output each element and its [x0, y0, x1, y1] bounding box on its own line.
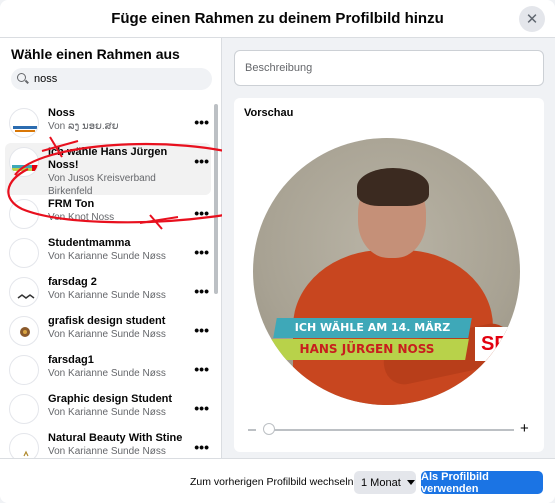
frame-item[interactable]: farsdag1 Von Karianne Sunde Nøss •••: [5, 351, 211, 390]
profile-picture-preview[interactable]: ICH WÄHLE AM 14. MÄRZ HANS JÜRGEN NOSS S…: [253, 138, 520, 405]
frame-thumbnail: [9, 316, 39, 346]
more-options-icon[interactable]: •••: [194, 114, 209, 130]
frame-name: farsdag 2: [48, 276, 97, 288]
close-button[interactable]: ✕: [519, 6, 545, 32]
duration-select[interactable]: 1 Monat: [354, 471, 416, 494]
frame-name: Noss: [48, 107, 75, 119]
spd-logo-text: SPD: [481, 332, 520, 355]
frame-thumbnail: [9, 108, 39, 138]
dialog-footer: Zum vorherigen Profilbild wechseln in 1 …: [0, 458, 555, 503]
frame-thumbnail: [9, 433, 39, 458]
frame-author: Von Karianne Sunde Nøss: [48, 329, 166, 340]
search-icon: [17, 73, 29, 85]
more-options-icon[interactable]: •••: [194, 244, 209, 260]
frame-author: Von Karianne Sunde Nøss: [48, 446, 166, 457]
frame-name: grafisk design student: [48, 315, 166, 327]
frame-name: Studentmamma: [48, 237, 131, 249]
frame-thumbnail: [9, 355, 39, 385]
frame-thumbnail: [9, 147, 39, 177]
zoom-handle[interactable]: [263, 423, 275, 435]
zoom-out-icon[interactable]: [248, 429, 256, 431]
frame-author: Von Knot Noss: [48, 212, 115, 223]
dialog-title: Füge einen Rahmen zu deinem Profilbild h…: [111, 10, 444, 27]
zoom-in-icon[interactable]: +: [520, 420, 529, 437]
photo-hair: [357, 168, 429, 206]
zoom-track[interactable]: [266, 429, 514, 431]
frame-list: Noss Von ລງ ນອຍ.ສຍ ••• Ich wähle Hans Jü…: [5, 104, 211, 458]
preview-title: Vorschau: [244, 107, 294, 119]
frame-author: Von Karianne Sunde Nøss: [48, 290, 166, 301]
frame-search-input[interactable]: [34, 73, 204, 85]
more-options-icon[interactable]: •••: [194, 322, 209, 338]
frame-item-selected[interactable]: Ich wähle Hans Jürgen Noss! Von Jusos Kr…: [5, 143, 211, 197]
frame-item[interactable]: Noss Von ລງ ນອຍ.ສຍ •••: [5, 104, 211, 143]
zoom-slider[interactable]: +: [248, 420, 529, 437]
frame-search-box[interactable]: [11, 68, 212, 90]
frame-thumbnail: [9, 199, 39, 229]
frame-name: farsdag1: [48, 354, 94, 366]
frame-banner-text-bottom: HANS JÜRGEN NOSS: [299, 342, 435, 356]
frame-name: Natural Beauty With Stine: [48, 432, 183, 444]
frame-picker-title: Wähle einen Rahmen aus: [11, 46, 180, 62]
more-options-icon[interactable]: •••: [194, 283, 209, 299]
more-options-icon[interactable]: •••: [194, 361, 209, 377]
preview-card: Vorschau ICH WÄHLE AM 14. MÄRZ HANS JÜRG…: [234, 98, 544, 452]
frame-dialog: Füge einen Rahmen zu deinem Profilbild h…: [0, 0, 555, 503]
frame-picker-panel: Wähle einen Rahmen aus Noss Von ລງ ນອຍ.ສ…: [0, 38, 272, 458]
chevron-down-icon: [406, 480, 415, 485]
frame-list-scrollbar[interactable]: [214, 104, 218, 294]
frame-author: Von ລງ ນອຍ.ສຍ: [48, 121, 119, 132]
frame-item[interactable]: farsdag 2 Von Karianne Sunde Nøss •••: [5, 273, 211, 312]
frame-item[interactable]: FRM Ton Von Knot Noss •••: [5, 195, 211, 234]
switch-back-label: Zum vorherigen Profilbild wechseln in: [190, 476, 365, 488]
dialog-header: Füge einen Rahmen zu deinem Profilbild h…: [0, 0, 555, 38]
frame-name: FRM Ton: [48, 198, 95, 210]
frame-item[interactable]: Studentmamma Von Karianne Sunde Nøss •••: [5, 234, 211, 273]
more-options-icon[interactable]: •••: [194, 205, 209, 221]
more-options-icon[interactable]: •••: [194, 400, 209, 416]
duration-value: 1 Monat: [361, 476, 401, 489]
frame-author: Von Karianne Sunde Nøss: [48, 368, 166, 379]
frame-item[interactable]: grafisk design student Von Karianne Sund…: [5, 312, 211, 351]
frame-name: Graphic design Student: [48, 393, 173, 405]
close-icon: ✕: [525, 11, 539, 28]
description-input[interactable]: Beschreibung: [234, 50, 544, 86]
frame-item[interactable]: Natural Beauty With Stine Von Karianne S…: [5, 429, 211, 458]
frame-thumbnail: [9, 277, 39, 307]
frame-banner-text-top: ICH WÄHLE AM 14. MÄRZ: [294, 321, 451, 334]
more-options-icon[interactable]: •••: [194, 439, 209, 455]
more-options-icon[interactable]: •••: [194, 153, 209, 169]
frame-author: Von Karianne Sunde Nøss: [48, 251, 166, 262]
frame-thumbnail: [9, 394, 39, 424]
frame-name: Ich wähle Hans Jürgen Noss!: [48, 146, 168, 171]
use-as-profile-picture-button[interactable]: Als Profilbild verwenden: [421, 471, 543, 495]
frame-author: Von Karianne Sunde Nøss: [48, 407, 166, 418]
frame-banner-bottom: HANS JÜRGEN NOSS: [265, 339, 469, 360]
frame-item[interactable]: Graphic design Student Von Karianne Sund…: [5, 390, 211, 429]
frame-thumbnail: [9, 238, 39, 268]
frame-banner-top: ICH WÄHLE AM 14. MÄRZ: [273, 318, 472, 338]
preview-panel: Beschreibung Vorschau ICH WÄHLE AM 14. M…: [222, 38, 555, 458]
spd-logo: SPD: [475, 327, 520, 361]
